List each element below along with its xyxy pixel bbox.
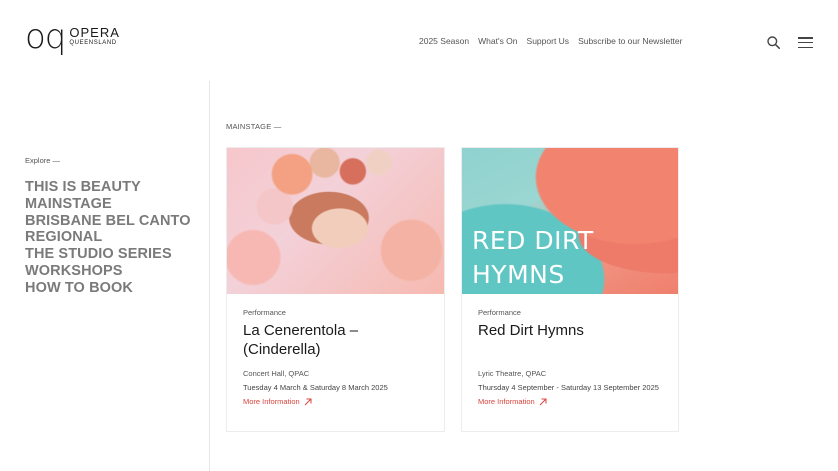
event-image[interactable]	[227, 148, 444, 294]
event-image[interactable]: RED DIRT HYMNS	[462, 148, 678, 294]
event-category: Performance	[478, 308, 521, 317]
event-card[interactable]: RED DIRT HYMNS Performance Red Dirt Hymn…	[461, 147, 679, 432]
sidebar-item-regional[interactable]: REGIONAL	[25, 229, 191, 246]
search-icon[interactable]	[767, 36, 780, 49]
explore-menu: THIS IS BEAUTY MAINSTAGE BRISBANE BEL CA…	[25, 179, 191, 297]
logo-mark: oq	[25, 17, 66, 57]
nav-2025-season[interactable]: 2025 Season	[419, 36, 469, 46]
more-information-link[interactable]: More Information	[243, 397, 312, 406]
more-information-label: More Information	[243, 397, 300, 406]
more-information-label: More Information	[478, 397, 535, 406]
logo-wordmark: OPERA QUEENSLAND	[69, 26, 120, 47]
sidebar-item-studio-series[interactable]: THE STUDIO SERIES	[25, 246, 191, 263]
sidebar-item-brisbane-bel-canto[interactable]: BRISBANE BEL CANTO	[25, 213, 191, 230]
event-title[interactable]: La Cenerentola – (Cinderella)	[243, 321, 428, 359]
event-dates: Tuesday 4 March & Saturday 8 March 2025	[243, 383, 388, 392]
opera-queensland-logo[interactable]: oq OPERA QUEENSLAND	[25, 17, 120, 57]
arrow-up-right-icon	[539, 398, 547, 405]
sidebar-divider	[209, 81, 210, 471]
nav-whats-on[interactable]: What's On	[478, 36, 517, 46]
event-category: Performance	[243, 308, 286, 317]
hamburger-menu-icon[interactable]	[798, 37, 813, 48]
more-information-link[interactable]: More Information	[478, 397, 547, 406]
sidebar-item-this-is-beauty[interactable]: THIS IS BEAUTY	[25, 179, 191, 196]
arrow-up-right-icon	[304, 398, 312, 405]
sidebar-item-workshops[interactable]: WORKSHOPS	[25, 263, 191, 280]
sidebar-item-mainstage[interactable]: MAINSTAGE	[25, 196, 191, 213]
top-navigation: 2025 Season What's On Support Us Subscri…	[419, 36, 682, 46]
explore-label: Explore —	[25, 156, 61, 165]
event-venue: Lyric Theatre, QPAC	[478, 369, 547, 378]
event-title[interactable]: Red Dirt Hymns	[478, 321, 662, 340]
event-image-title: RED DIRT HYMNS	[472, 226, 594, 289]
section-label: MAINSTAGE —	[226, 122, 282, 131]
logo-queensland: QUEENSLAND	[69, 40, 117, 46]
event-card[interactable]: Performance La Cenerentola – (Cinderella…	[226, 147, 445, 432]
event-dates: Thursday 4 September - Saturday 13 Septe…	[478, 383, 659, 392]
logo-opera: OPERA	[69, 25, 120, 40]
event-venue: Concert Hall, QPAC	[243, 369, 310, 378]
nav-subscribe-newsletter[interactable]: Subscribe to our Newsletter	[578, 36, 682, 46]
nav-support-us[interactable]: Support Us	[527, 36, 570, 46]
sidebar-item-how-to-book[interactable]: HOW TO BOOK	[25, 280, 191, 297]
